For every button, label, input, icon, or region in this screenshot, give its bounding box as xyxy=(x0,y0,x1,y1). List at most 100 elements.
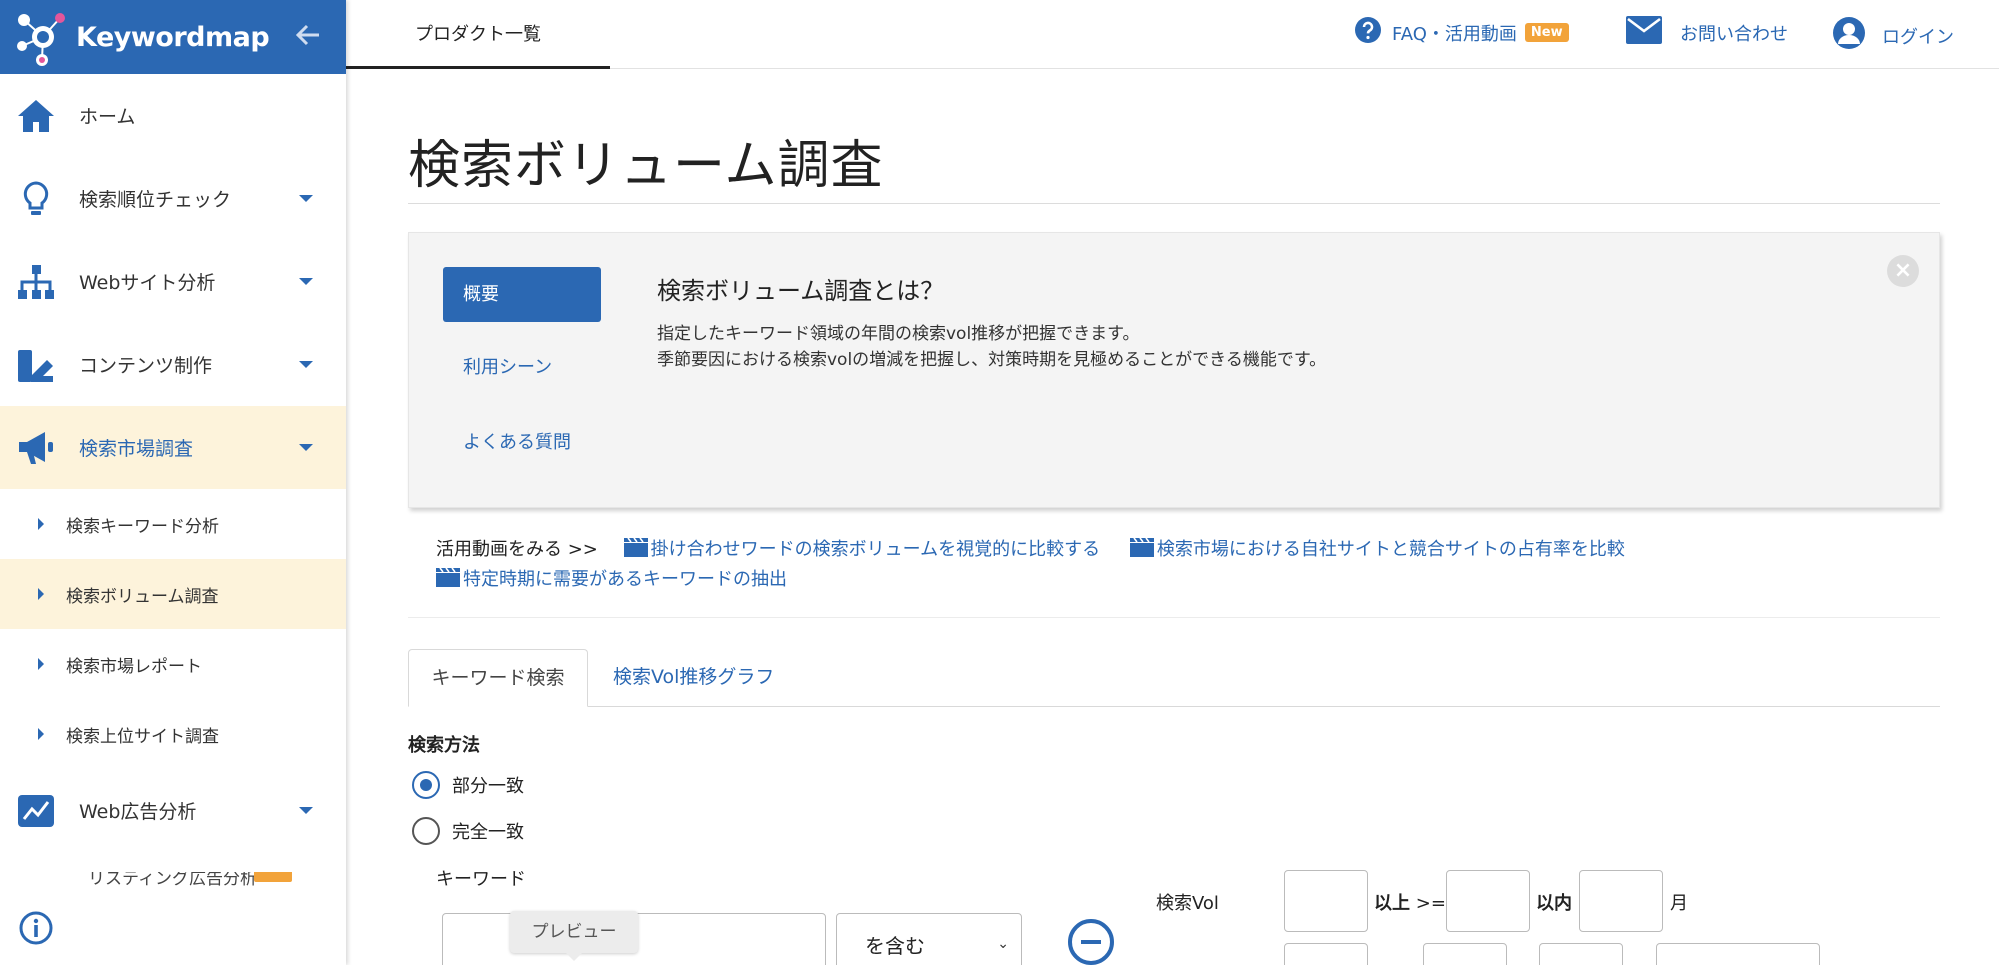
chevron-right-icon xyxy=(38,658,44,670)
video-link[interactable]: 掛け合わせワードの検索ボリュームを視覚的に比較する xyxy=(623,537,1106,560)
search-method-label: 検索方法 xyxy=(408,735,480,756)
radio-button[interactable] xyxy=(412,817,440,845)
extra-input[interactable] xyxy=(1284,943,1368,965)
chevron-right-icon xyxy=(38,588,44,600)
chevron-down-icon xyxy=(299,361,313,368)
divider xyxy=(408,203,1940,204)
sidebar-item-content[interactable]: コンテンツ制作 xyxy=(0,323,346,406)
extra-input[interactable] xyxy=(1656,943,1820,965)
top-bar: プロダクト一覧 FAQ・活用動画 New お問い合わせ ログイン xyxy=(346,0,1999,69)
preview-tooltip: プレビュー xyxy=(510,911,638,961)
clapperboard-icon xyxy=(436,567,460,596)
sidebar-subitem-label: 検索市場レポート xyxy=(66,656,202,677)
sidebar-item-label: 検索順位チェック xyxy=(79,189,232,211)
sidebar-subitem-keyword-analysis[interactable]: 検索キーワード分析 xyxy=(0,489,346,559)
info-button[interactable] xyxy=(18,910,54,946)
over-operator: >= xyxy=(1415,893,1446,914)
video-links: 活用動画をみる >> 掛け合わせワードの検索ボリュームを視覚的に比較する 検索市… xyxy=(436,536,1936,596)
search-vol-label: 検索Vol xyxy=(1156,893,1219,914)
video-link-label: 検索市場における自社サイトと競合サイトの占有率を比較 xyxy=(1156,539,1625,560)
sidebar-item-label: Webサイト分析 xyxy=(79,272,216,294)
panel-heading: 検索ボリューム調査とは？ xyxy=(657,277,945,305)
divider xyxy=(408,617,1940,618)
match-type-select[interactable]: を含む ⌄ xyxy=(836,913,1022,965)
radio-label: 部分一致 xyxy=(452,776,524,797)
chevron-down-icon xyxy=(299,444,313,451)
tab-use-cases[interactable]: 利用シーン xyxy=(443,340,601,395)
months-input[interactable] xyxy=(1579,870,1663,932)
sitemap-icon xyxy=(16,262,56,302)
faq-link[interactable]: FAQ・活用動画 New xyxy=(1354,16,1569,49)
match-type-value: を含む xyxy=(865,934,925,958)
extra-input[interactable] xyxy=(1423,943,1507,965)
chevron-down-icon xyxy=(299,278,313,285)
radio-exact-match[interactable]: 完全一致 xyxy=(412,817,524,845)
video-prefix: 活用動画をみる >> xyxy=(436,539,598,560)
sidebar-item-label: 検索市場調査 xyxy=(79,438,194,460)
chevron-right-icon xyxy=(38,728,44,740)
info-panel: 概要 利用シーン よくある質問 検索ボリューム調査とは？ 指定したキーワード領域… xyxy=(408,232,1940,508)
sidebar: Keywordmap ホーム 検索順位チェック Webサイト分析 コンテンツ制作 xyxy=(0,0,346,965)
sidebar-subitem-market-report[interactable]: 検索市場レポート xyxy=(0,629,346,699)
search-tabs: キーワード検索 検索Vol推移グラフ xyxy=(408,649,1940,707)
chevron-down-icon xyxy=(299,807,313,814)
tab-products[interactable]: プロダクト一覧 xyxy=(346,0,610,69)
sidebar-subitem-label: 検索キーワード分析 xyxy=(66,516,219,537)
over-label: 以上 xyxy=(1374,893,1410,914)
sidebar-item-site-analysis[interactable]: Webサイト分析 xyxy=(0,240,346,323)
sidebar-subitem-label: リスティング広告分析 xyxy=(88,872,257,886)
extra-input[interactable] xyxy=(1539,943,1623,965)
sidebar-subitem-listing-ads[interactable]: リスティング広告分析 xyxy=(0,872,346,886)
chevron-right-icon xyxy=(38,518,44,530)
contact-link[interactable]: お問い合わせ xyxy=(1626,16,1788,49)
vol-min-input[interactable] xyxy=(1284,870,1368,932)
info-icon xyxy=(19,911,53,945)
tab-keyword-search[interactable]: キーワード検索 xyxy=(408,649,588,707)
video-link-label: 掛け合わせワードの検索ボリュームを視覚的に比較する xyxy=(650,539,1101,560)
line-chart-icon xyxy=(16,791,56,831)
faq-label: FAQ・活用動画 xyxy=(1392,23,1517,45)
sidebar-item-market-research[interactable]: 検索市場調査 xyxy=(0,406,346,489)
new-badge xyxy=(254,872,292,882)
video-link[interactable]: 検索市場における自社サイトと競合サイトの占有率を比較 xyxy=(1129,537,1625,560)
new-badge: New xyxy=(1524,23,1569,42)
lightbulb-icon xyxy=(16,179,56,219)
tab-volume-graph[interactable]: 検索Vol推移グラフ xyxy=(613,649,774,707)
radio-label: 完全一致 xyxy=(452,822,524,843)
radio-partial-match[interactable]: 部分一致 xyxy=(412,771,524,799)
logo-text: Keywordmap xyxy=(76,21,270,53)
content-tools-icon xyxy=(16,345,56,385)
keyword-label: キーワード xyxy=(436,869,526,890)
tab-faq[interactable]: よくある質問 xyxy=(443,415,601,470)
clapperboard-icon xyxy=(623,537,648,566)
sidebar-item-label: コンテンツ制作 xyxy=(79,355,213,377)
user-icon xyxy=(1832,16,1866,55)
chevron-down-icon xyxy=(299,195,313,202)
sidebar-item-rank-check[interactable]: 検索順位チェック xyxy=(0,157,346,240)
sidebar-item-label: ホーム xyxy=(79,106,136,128)
question-icon xyxy=(1354,16,1382,49)
home-icon xyxy=(16,96,56,136)
collapse-sidebar-button[interactable] xyxy=(292,20,324,52)
clapperboard-icon xyxy=(1129,537,1154,566)
sidebar-item-web-ads[interactable]: Web広告分析 xyxy=(0,769,346,852)
logo-bar: Keywordmap xyxy=(0,0,346,74)
radio-button[interactable] xyxy=(412,771,440,799)
login-label: ログイン xyxy=(1882,26,1954,48)
video-link[interactable]: 特定時期に需要があるキーワードの抽出 xyxy=(436,567,787,590)
mail-icon xyxy=(1626,16,1662,49)
sidebar-subitem-label: 検索上位サイト調査 xyxy=(66,726,219,747)
video-link-label: 特定時期に需要があるキーワードの抽出 xyxy=(463,569,787,590)
arrow-left-icon xyxy=(295,24,319,46)
page-title: 検索ボリューム調査 xyxy=(408,136,884,196)
vol-over-label: 以上 >= xyxy=(1374,889,1446,915)
sidebar-item-home[interactable]: ホーム xyxy=(0,74,346,157)
remove-keyword-button[interactable] xyxy=(1068,919,1114,965)
close-panel-button[interactable]: × xyxy=(1887,255,1919,287)
sidebar-subitem-top-sites[interactable]: 検索上位サイト調査 xyxy=(0,699,346,769)
login-link[interactable]: ログイン xyxy=(1832,16,1954,55)
vol-max-input[interactable] xyxy=(1446,870,1530,932)
sidebar-subitem-volume-research[interactable]: 検索ボリューム調査 xyxy=(0,559,346,629)
tab-overview[interactable]: 概要 xyxy=(443,267,601,322)
month-label: 月 xyxy=(1670,893,1688,914)
